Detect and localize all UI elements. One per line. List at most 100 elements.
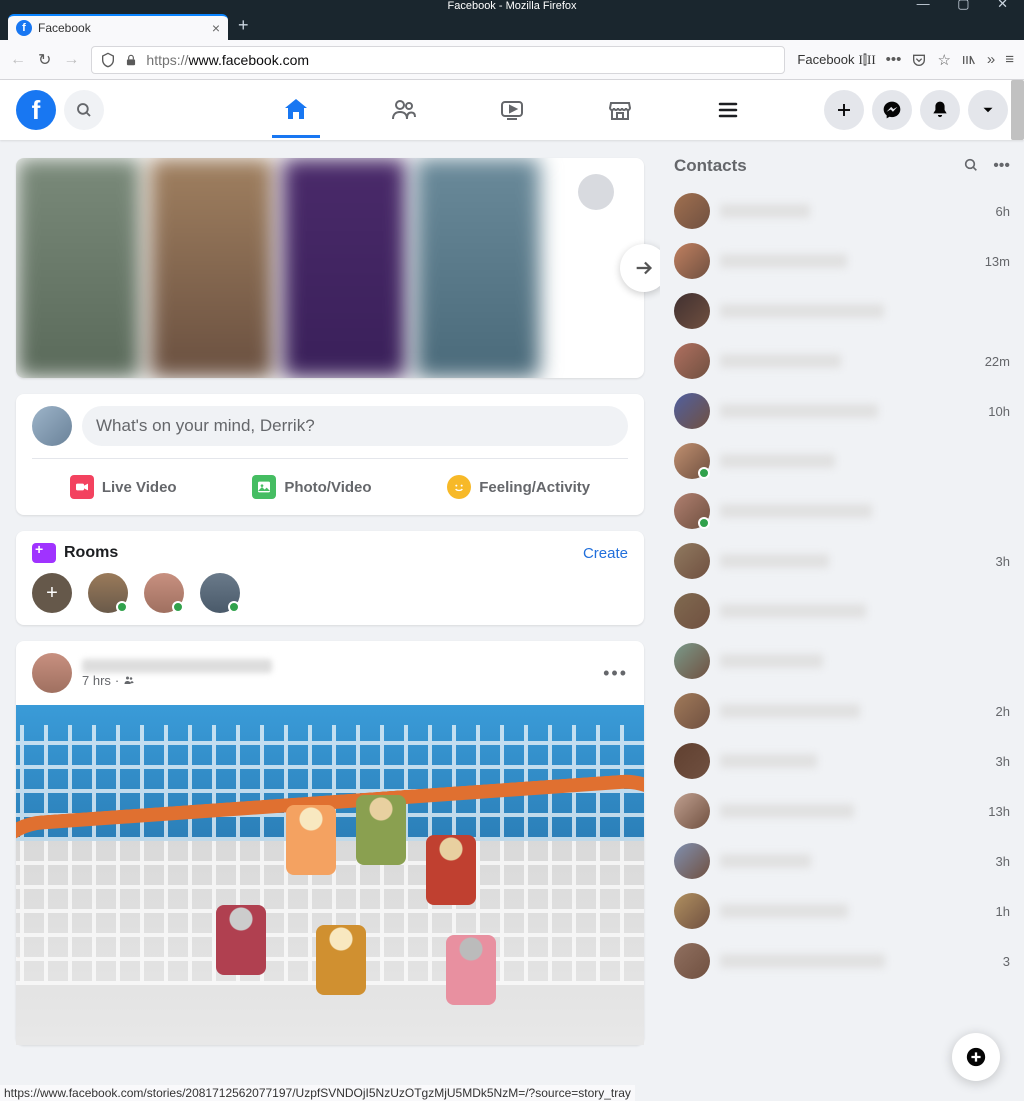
shield-icon[interactable] [100,52,116,68]
post-composer: What's on your mind, Derrik? Live Video … [16,394,644,515]
contacts-search-icon[interactable] [963,157,979,175]
room-contact[interactable] [200,573,240,613]
live-video-button[interactable]: Live Video [58,467,189,507]
tab-title: Facebook [38,21,91,35]
stories-next-button[interactable] [620,244,660,292]
nav-menu[interactable] [704,82,752,138]
messenger-button[interactable] [872,90,912,130]
contact-avatar [674,643,710,679]
tab-close-icon[interactable]: × [212,20,220,36]
contact-name [720,354,841,368]
create-room-button[interactable]: + [32,573,72,613]
nav-marketplace[interactable] [596,82,644,138]
browser-tab[interactable]: f Facebook × [8,14,228,40]
bookmark-star-icon[interactable]: ☆ [937,51,950,69]
back-button[interactable]: ← [10,51,26,69]
nav-watch[interactable] [488,82,536,138]
new-message-button[interactable] [952,1033,1000,1081]
notifications-button[interactable] [920,90,960,130]
new-tab-button[interactable]: + [238,15,249,36]
contacts-column: Contacts ••• 6h13m22m10h3h2h3h13h3h1h3 [660,140,1024,1101]
contact-row[interactable] [668,486,1016,536]
feeling-button[interactable]: Feeling/Activity [435,467,602,507]
url-right-controls: Facebook I⫿II ••• ☆ » ≡ [797,51,1014,69]
user-avatar[interactable] [32,406,72,446]
forward-button[interactable]: → [63,51,79,69]
contact-row[interactable]: 6h [668,186,1016,236]
contact-row[interactable]: 3h [668,836,1016,886]
facebook-logo[interactable]: f [16,90,56,130]
room-contact[interactable] [88,573,128,613]
contact-row[interactable]: 3h [668,536,1016,586]
url-protocol: https:// [146,52,188,68]
reader-mode[interactable]: Facebook I⫿II [797,52,875,68]
feeling-icon [447,475,471,499]
account-button[interactable] [968,90,1008,130]
hamburger-menu-icon[interactable]: ≡ [1005,51,1014,68]
lock-icon[interactable] [124,53,138,67]
facebook-header: f [0,80,1024,140]
contact-row[interactable]: 1h [668,886,1016,936]
story-card[interactable] [16,158,141,378]
story-card[interactable] [149,158,274,378]
scrollbar-thumb[interactable] [1011,80,1024,140]
create-button[interactable] [824,90,864,130]
contacts-options-icon[interactable]: ••• [993,157,1010,175]
window-controls[interactable]: — ▢ ✕ [917,0,1020,10]
search-button[interactable] [64,90,104,130]
online-indicator [116,601,128,613]
story-card[interactable] [282,158,407,378]
contact-row[interactable] [668,286,1016,336]
contact-row[interactable]: 10h [668,386,1016,436]
contact-row[interactable]: 13m [668,236,1016,286]
contact-avatar [674,393,710,429]
post-menu-button[interactable]: ••• [603,663,628,684]
contact-avatar [674,943,710,979]
tab-strip: f Facebook × + [0,12,1024,40]
composer-input[interactable]: What's on your mind, Derrik? [82,406,628,446]
post-author-name[interactable] [82,659,272,673]
stories-tray[interactable] [16,158,644,378]
contact-row[interactable]: 3h [668,736,1016,786]
contact-avatar [674,343,710,379]
online-indicator [172,601,184,613]
contact-name [720,754,817,768]
post-timestamp[interactable]: 7 hrs · [82,673,272,688]
contact-row[interactable]: 3 [668,936,1016,986]
contact-row[interactable]: 22m [668,336,1016,386]
contact-name [720,704,860,718]
contact-row[interactable] [668,636,1016,686]
photo-video-label: Photo/Video [284,479,371,496]
nav-friends[interactable] [380,82,428,138]
contact-name [720,254,847,268]
room-contact[interactable] [144,573,184,613]
overflow-chevron-icon[interactable]: » [987,51,995,68]
library-icon[interactable] [961,52,977,68]
contact-row[interactable] [668,436,1016,486]
nav-home[interactable] [272,82,320,138]
url-input[interactable]: https://www.facebook.com [91,46,785,74]
contact-name [720,904,848,918]
story-card[interactable] [415,158,540,378]
friends-icon [390,96,418,124]
contact-name [720,954,885,968]
photo-video-button[interactable]: Photo/Video [240,467,383,507]
contact-row[interactable]: 2h [668,686,1016,736]
contact-avatar [674,793,710,829]
contact-avatar [674,443,710,479]
contact-avatar [674,293,710,329]
url-bar: ← ↻ → https://www.facebook.com Facebook … [0,40,1024,80]
post-author-avatar[interactable] [32,653,72,693]
edit-icon [965,1046,987,1068]
avatar-placeholder [578,174,614,210]
reload-button[interactable]: ↻ [38,50,51,70]
status-bar-link: https://www.facebook.com/stories/2081712… [0,1085,635,1101]
facebook-favicon: f [16,20,32,36]
pocket-icon[interactable] [911,52,927,68]
rooms-create-link[interactable]: Create [583,545,628,562]
page-actions-icon[interactable]: ••• [886,51,902,68]
post-image[interactable] [16,705,644,1045]
contact-time: 22m [985,354,1010,369]
contact-row[interactable] [668,586,1016,636]
contact-row[interactable]: 13h [668,786,1016,836]
